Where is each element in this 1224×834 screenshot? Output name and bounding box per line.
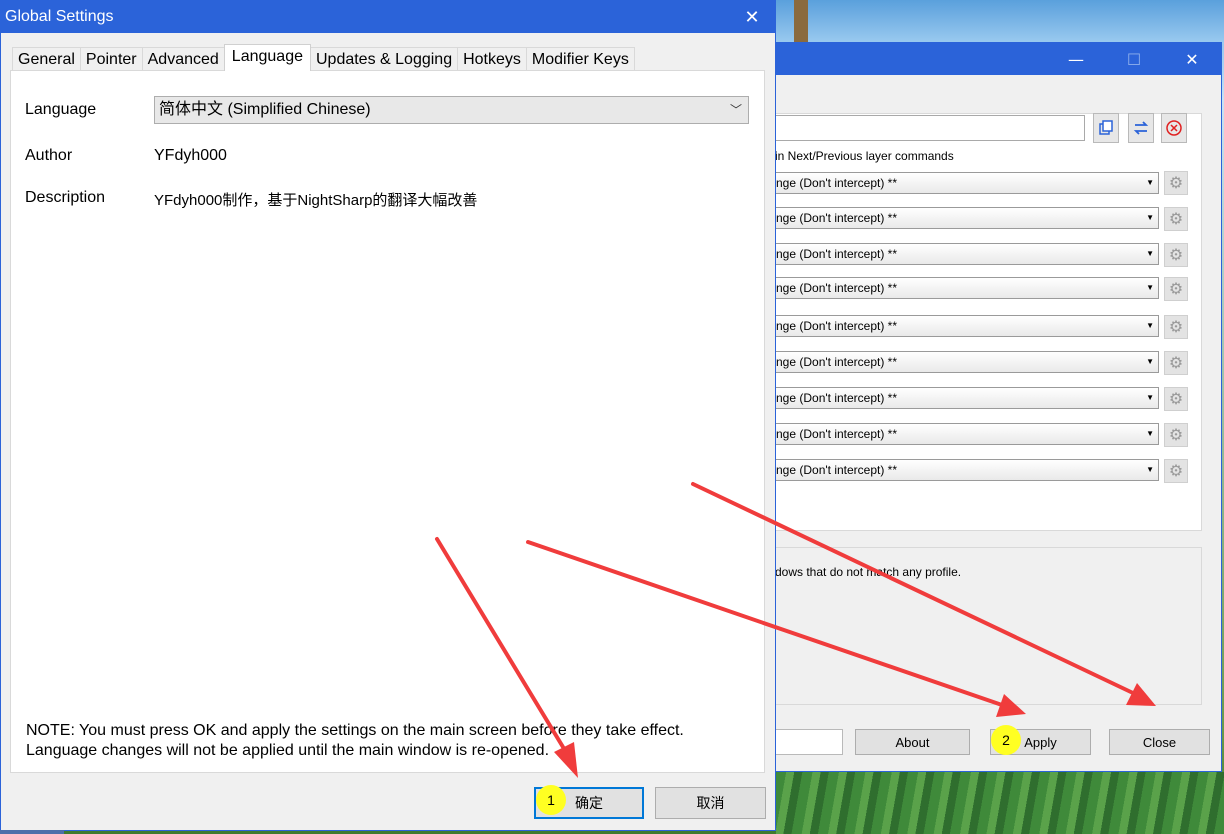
dropdown-arrow-icon: ▼ [1146, 283, 1154, 292]
gear-icon[interactable]: ⚙ [1164, 423, 1188, 447]
main-window: — ☐ ✕ in Next/Previous layer commands ng… [760, 42, 1222, 772]
dropdown-value: nge (Don't intercept) ** [776, 211, 898, 225]
status-field [775, 729, 843, 755]
close-icon[interactable]: ✕ [729, 1, 775, 33]
action-dropdown[interactable]: nge (Don't intercept) ** ▼ [775, 172, 1159, 194]
dropdown-arrow-icon: ▼ [1146, 393, 1154, 402]
dropdown-value: nge (Don't intercept) ** [776, 391, 898, 405]
gear-icon[interactable]: ⚙ [1164, 315, 1188, 339]
dropdown-arrow-icon: ▼ [1146, 178, 1154, 187]
author-value: YFdyh000 [154, 147, 227, 164]
dropdown-arrow-icon: ▼ [1146, 465, 1154, 474]
swap-icon [1133, 121, 1149, 135]
action-dropdown[interactable]: nge (Don't intercept) ** ▼ [775, 459, 1159, 481]
action-dropdown[interactable]: nge (Don't intercept) ** ▼ [775, 315, 1159, 337]
dropdown-arrow-icon: ▼ [1146, 357, 1154, 366]
action-dropdown[interactable]: nge (Don't intercept) ** ▼ [775, 351, 1159, 373]
layer-note: in Next/Previous layer commands [775, 149, 954, 163]
delete-profile-button[interactable] [1161, 113, 1187, 143]
dropdown-arrow-icon: ▼ [1146, 429, 1154, 438]
gear-icon[interactable]: ⚙ [1164, 243, 1188, 267]
close-button[interactable]: Close [1109, 729, 1210, 755]
wallpaper-grass [776, 772, 1224, 834]
dropdown-value: nge (Don't intercept) ** [776, 281, 898, 295]
maximize-icon[interactable]: ☐ [1111, 43, 1157, 75]
gear-icon[interactable]: ⚙ [1164, 387, 1188, 411]
delete-icon [1166, 120, 1182, 136]
taskbar-sliver [0, 830, 64, 834]
note-line-1: NOTE: You must press OK and apply the se… [26, 722, 684, 739]
dialog-titlebar: Global Settings ✕ [1, 1, 775, 33]
action-dropdown[interactable]: nge (Don't intercept) ** ▼ [775, 243, 1159, 265]
gear-icon[interactable]: ⚙ [1164, 277, 1188, 301]
action-dropdown[interactable]: nge (Don't intercept) ** ▼ [775, 207, 1159, 229]
action-dropdown[interactable]: nge (Don't intercept) ** ▼ [775, 387, 1159, 409]
language-tab-page: Language 简体中文 (Simplified Chinese) ﹀ Aut… [10, 70, 765, 773]
about-button[interactable]: About [855, 729, 970, 755]
wallpaper-sky [776, 0, 1224, 44]
dialog-title: Global Settings [5, 8, 114, 25]
cancel-button[interactable]: 取消 [655, 787, 766, 819]
gear-icon[interactable]: ⚙ [1164, 351, 1188, 375]
description-value: YFdyh000制作，基于NightSharp的翻译大幅改善 [154, 192, 478, 209]
gear-icon[interactable]: ⚙ [1164, 459, 1188, 483]
close-icon[interactable]: ✕ [1169, 43, 1215, 75]
gear-icon[interactable]: ⚙ [1164, 171, 1188, 195]
tab-general[interactable]: General [12, 47, 81, 71]
tab-strip: General Pointer Advanced Language Update… [12, 44, 635, 71]
step-badge-2: 2 [991, 725, 1021, 755]
copy-profile-button[interactable] [1093, 113, 1119, 143]
note-line-2: Language changes will not be applied unt… [26, 742, 550, 759]
minimize-icon[interactable]: — [1053, 43, 1099, 75]
global-settings-dialog: Global Settings ✕ General Pointer Advanc… [0, 0, 776, 831]
settings-note: NOTE: You must press OK and apply the se… [26, 721, 684, 761]
tab-hotkeys[interactable]: Hotkeys [457, 47, 527, 71]
tab-advanced[interactable]: Advanced [141, 47, 225, 71]
default-profile-note: dows that do not match any profile. [775, 565, 962, 579]
dropdown-value: nge (Don't intercept) ** [776, 463, 898, 477]
profile-name-input[interactable] [775, 115, 1085, 141]
tab-updates-logging[interactable]: Updates & Logging [309, 47, 459, 71]
dropdown-value: nge (Don't intercept) ** [776, 427, 898, 441]
tab-pointer[interactable]: Pointer [79, 47, 143, 71]
tab-modifier-keys[interactable]: Modifier Keys [525, 47, 635, 71]
dropdown-value: nge (Don't intercept) ** [776, 176, 898, 190]
language-select-value: 简体中文 (Simplified Chinese) [159, 101, 371, 118]
tab-language[interactable]: Language [223, 44, 311, 71]
chevron-down-icon: ﹀ [729, 103, 742, 117]
dropdown-value: nge (Don't intercept) ** [776, 319, 898, 333]
gear-icon[interactable]: ⚙ [1164, 207, 1188, 231]
language-select[interactable]: 简体中文 (Simplified Chinese) ﹀ [154, 96, 749, 124]
swap-profile-button[interactable] [1128, 113, 1154, 143]
action-dropdown[interactable]: nge (Don't intercept) ** ▼ [775, 277, 1159, 299]
dropdown-arrow-icon: ▼ [1146, 249, 1154, 258]
dropdown-value: nge (Don't intercept) ** [776, 355, 898, 369]
author-label: Author [25, 147, 73, 164]
dropdown-arrow-icon: ▼ [1146, 321, 1154, 330]
dropdown-arrow-icon: ▼ [1146, 213, 1154, 222]
action-dropdown[interactable]: nge (Don't intercept) ** ▼ [775, 423, 1159, 445]
main-window-titlebar: — ☐ ✕ [761, 43, 1221, 75]
dropdown-value: nge (Don't intercept) ** [776, 247, 898, 261]
description-label: Description [25, 189, 106, 206]
language-label: Language [25, 101, 97, 118]
step-badge-1: 1 [536, 785, 566, 815]
wallpaper-post [794, 0, 808, 44]
copy-icon [1099, 120, 1113, 135]
